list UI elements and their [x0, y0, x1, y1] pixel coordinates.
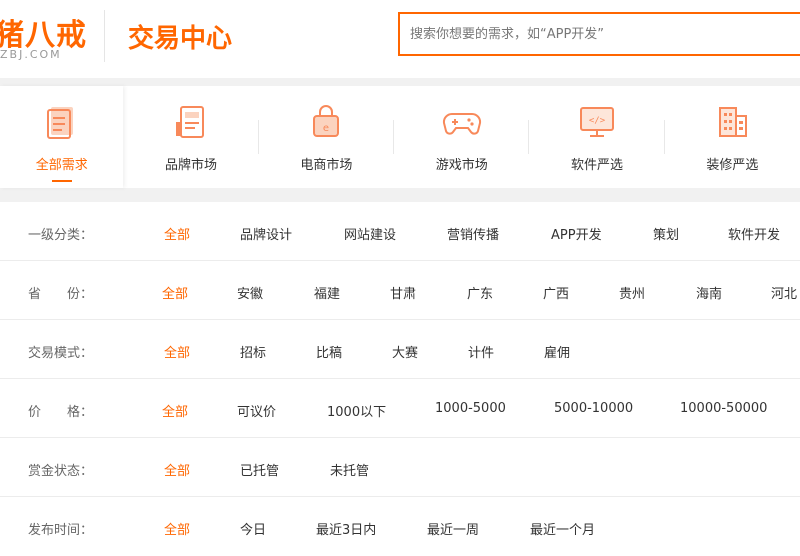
filter-option[interactable]: 1000以下	[327, 401, 386, 420]
filter-panel: 一级分类： 全部 品牌设计 网站建设 营销传播 APP开发 策划 软件开发 省 …	[0, 202, 800, 556]
page-title: 交易中心	[128, 24, 233, 54]
category-nav: 全部需求 品牌市场 e 电商市场 游戏市场 </> 软件严选 装修严选	[0, 86, 800, 188]
category-game-market[interactable]: 游戏市场	[394, 86, 530, 188]
filter-option-all[interactable]: 全部	[164, 342, 190, 361]
filter-option[interactable]: 策划	[653, 224, 679, 243]
filter-option[interactable]: 河北	[771, 283, 797, 302]
filter-row-province: 省 份： 全部 安徽 福建 甘肃 广东 广西 贵州 海南 河北	[0, 261, 800, 320]
filter-option[interactable]: 福建	[314, 283, 340, 302]
filter-option[interactable]: 最近一个月	[530, 519, 595, 538]
category-label: 软件严选	[571, 158, 624, 173]
brand-folder-icon	[176, 106, 205, 138]
filter-option-all[interactable]: 全部	[164, 519, 190, 538]
filter-option-all[interactable]: 全部	[164, 460, 190, 479]
filter-option[interactable]: 可议价	[237, 401, 276, 420]
building-icon	[719, 107, 748, 137]
filter-option[interactable]: 已托管	[240, 460, 279, 479]
svg-text:</>: </>	[589, 116, 606, 126]
filter-option[interactable]: 1000-5000	[435, 401, 506, 416]
filter-option[interactable]: 今日	[240, 519, 266, 538]
filter-option-all[interactable]: 全部	[162, 401, 188, 420]
filter-option[interactable]: 甘肃	[390, 283, 416, 302]
filter-option[interactable]: 海南	[696, 283, 722, 302]
gamepad-icon	[442, 112, 481, 135]
category-brand-market[interactable]: 品牌市场	[123, 86, 259, 188]
filter-row-bounty-status: 赏金状态： 全部 已托管 未托管	[0, 438, 800, 497]
filter-option[interactable]: 安徽	[237, 283, 263, 302]
document-list-icon	[46, 107, 73, 139]
monitor-code-icon: </>	[580, 107, 615, 137]
filter-option[interactable]: 雇佣	[544, 342, 570, 361]
filter-option[interactable]: 比稿	[316, 342, 342, 361]
header-divider	[104, 10, 105, 62]
filter-label: 交易模式：	[28, 346, 94, 361]
filter-option[interactable]: 未托管	[330, 460, 369, 479]
category-ecommerce-market[interactable]: e 电商市场	[259, 86, 395, 188]
filter-option[interactable]: 软件开发	[728, 224, 780, 243]
category-decoration-selection[interactable]: 装修严选	[665, 86, 800, 188]
filter-option[interactable]: 营销传播	[447, 224, 499, 243]
filter-row-publish-time: 发布时间： 全部 今日 最近3日内 最近一周 最近一个月	[0, 497, 800, 556]
shopping-bag-icon: e	[313, 105, 340, 137]
filter-option[interactable]: 品牌设计	[240, 224, 292, 243]
category-label: 全部需求	[35, 158, 88, 173]
category-label: 装修严选	[706, 158, 759, 173]
category-label: 品牌市场	[165, 158, 218, 173]
filter-option[interactable]: 计件	[468, 342, 494, 361]
search-box	[398, 12, 800, 56]
filter-option[interactable]: 贵州	[619, 283, 645, 302]
filter-label: 价 格：	[28, 405, 94, 420]
filter-option[interactable]: 网站建设	[344, 224, 396, 243]
filter-label: 省 份：	[28, 287, 94, 302]
filter-row-trade-mode: 交易模式： 全部 招标 比稿 大赛 计件 雇佣	[0, 320, 800, 379]
search-input[interactable]	[400, 14, 800, 54]
filter-label: 赏金状态：	[28, 464, 94, 479]
svg-text:e: e	[323, 123, 329, 134]
filter-row-price: 价 格： 全部 可议价 1000以下 1000-5000 5000-10000 …	[0, 379, 800, 438]
filter-option[interactable]: APP开发	[551, 224, 602, 243]
category-software-selection[interactable]: </> 软件严选	[529, 86, 665, 188]
filter-option[interactable]: 最近一周	[427, 519, 479, 538]
category-label: 游戏市场	[435, 158, 488, 173]
filter-option-all[interactable]: 全部	[164, 224, 190, 243]
category-label: 电商市场	[300, 158, 353, 173]
header: 猪八戒 ZBJ.COM 交易中心	[0, 0, 800, 78]
filter-row-level1-category: 一级分类： 全部 品牌设计 网站建设 营销传播 APP开发 策划 软件开发	[0, 202, 800, 261]
filter-option-all[interactable]: 全部	[162, 283, 188, 302]
zbj-logo[interactable]: 猪八戒 ZBJ.COM	[0, 6, 100, 66]
filter-option[interactable]: 广东	[467, 283, 493, 302]
logo-domain: ZBJ.COM	[0, 48, 62, 61]
filter-label: 发布时间：	[28, 523, 94, 538]
filter-option[interactable]: 5000-10000	[554, 401, 633, 416]
category-all-requirements[interactable]: 全部需求	[0, 86, 124, 188]
filter-option[interactable]: 广西	[543, 283, 569, 302]
filter-label: 一级分类：	[28, 228, 94, 243]
filter-option[interactable]: 大赛	[392, 342, 418, 361]
filter-option[interactable]: 招标	[240, 342, 266, 361]
filter-option[interactable]: 10000-50000	[680, 401, 767, 416]
filter-option[interactable]: 最近3日内	[316, 519, 376, 538]
